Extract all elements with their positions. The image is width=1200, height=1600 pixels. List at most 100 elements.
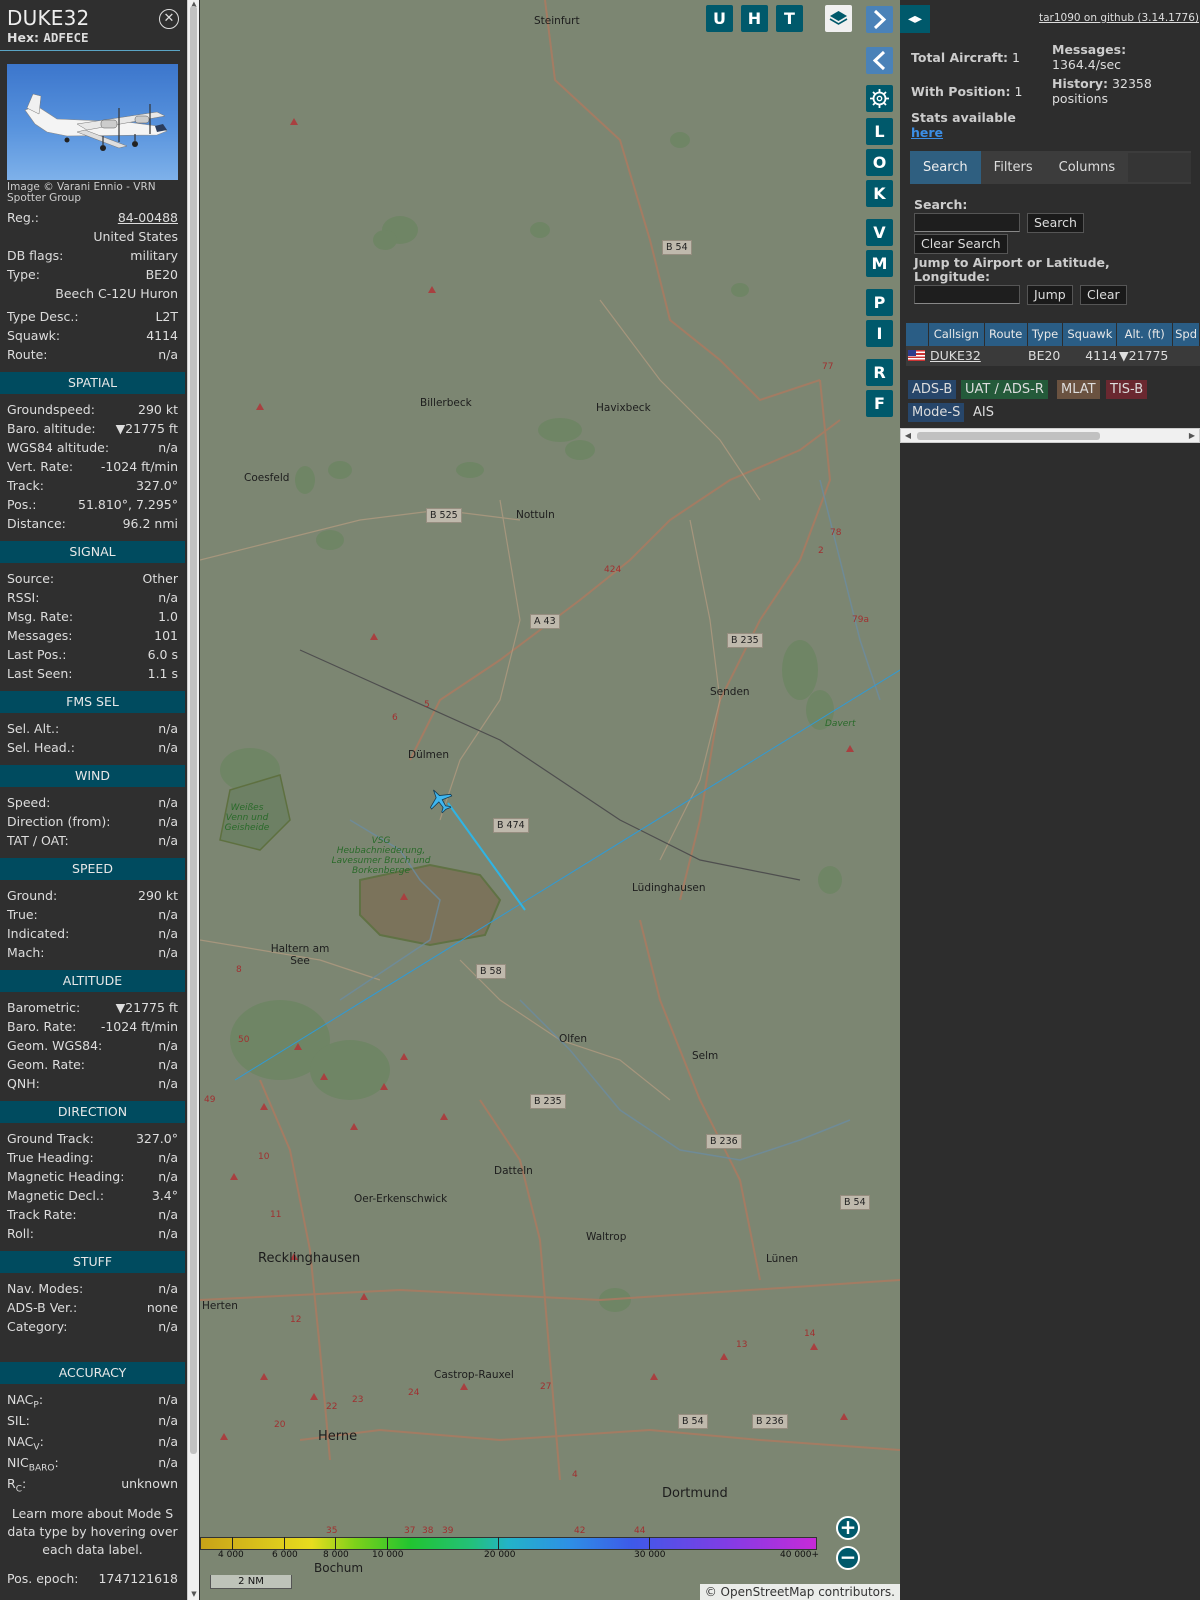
- scroll-left-icon[interactable]: ◀: [903, 431, 913, 440]
- sidebar-scroll-thumb[interactable]: [190, 6, 197, 1454]
- settings-gear-icon[interactable]: [866, 85, 893, 112]
- column-type[interactable]: Type: [1027, 323, 1063, 346]
- tab-columns[interactable]: Columns: [1046, 151, 1129, 184]
- stats-link[interactable]: here: [911, 125, 943, 140]
- map-button-u[interactable]: U: [706, 5, 733, 32]
- spatial-label[interactable]: Pos.:: [7, 495, 36, 514]
- spatial-label[interactable]: Groundspeed:: [7, 400, 95, 419]
- jump-button[interactable]: Jump: [1027, 285, 1073, 305]
- direction-label[interactable]: Magnetic Heading:: [7, 1167, 124, 1186]
- direction-label[interactable]: Track Rate:: [7, 1205, 77, 1224]
- wind-label[interactable]: Speed:: [7, 793, 50, 812]
- map-button-f[interactable]: F: [866, 390, 893, 417]
- column-altitude[interactable]: Alt. (ft): [1117, 323, 1173, 346]
- source-chip-uat[interactable]: UAT / ADS-R: [961, 380, 1048, 399]
- fms-label[interactable]: Sel. Alt.:: [7, 719, 59, 738]
- altitude-label[interactable]: Barometric:: [7, 998, 80, 1017]
- accuracy-label[interactable]: NICBARO:: [7, 1453, 59, 1474]
- source-chip-adsb[interactable]: ADS-B: [908, 380, 957, 399]
- signal-label[interactable]: Last Pos.:: [7, 645, 66, 664]
- aircraft-photo[interactable]: [7, 64, 178, 180]
- speed-label[interactable]: Mach:: [7, 943, 44, 962]
- search-input[interactable]: [914, 213, 1020, 232]
- scroll-down-icon[interactable]: ▼: [190, 1590, 198, 1598]
- wind-label[interactable]: TAT / OAT:: [7, 831, 69, 850]
- map-button-i[interactable]: I: [866, 320, 893, 347]
- road-number: 37: [404, 1526, 416, 1536]
- direction-label[interactable]: Ground Track:: [7, 1129, 94, 1148]
- altitude-label[interactable]: QNH:: [7, 1074, 40, 1093]
- row-callsign[interactable]: DUKE32: [928, 346, 1028, 366]
- zoom-in-button[interactable]: +: [836, 1516, 860, 1540]
- accuracy-label[interactable]: NACV:: [7, 1432, 44, 1453]
- wind-label[interactable]: Direction (from):: [7, 812, 111, 831]
- clear-search-button[interactable]: Clear Search: [914, 234, 1008, 254]
- column-callsign[interactable]: Callsign: [928, 323, 984, 346]
- signal-label[interactable]: Last Seen:: [7, 664, 72, 683]
- column-speed[interactable]: Spd: [1173, 323, 1199, 346]
- table-horizontal-scrollbar[interactable]: ◀ ▶: [900, 428, 1200, 443]
- spatial-label[interactable]: Distance:: [7, 514, 66, 533]
- spatial-label[interactable]: Vert. Rate:: [7, 457, 73, 476]
- direction-label[interactable]: Roll:: [7, 1224, 34, 1243]
- layers-icon[interactable]: [825, 5, 852, 32]
- speed-label[interactable]: True:: [7, 905, 38, 924]
- fms-label[interactable]: Sel. Head.:: [7, 738, 75, 757]
- signal-label[interactable]: Msg. Rate:: [7, 607, 73, 626]
- map-button-k[interactable]: K: [866, 180, 893, 207]
- tab-filters[interactable]: Filters: [981, 151, 1046, 184]
- map-button-h[interactable]: H: [741, 5, 768, 32]
- altitude-label[interactable]: Baro. Rate:: [7, 1017, 76, 1036]
- signal-label[interactable]: Messages:: [7, 626, 73, 645]
- aircraft-marker-icon[interactable]: [423, 783, 456, 816]
- signal-label[interactable]: Source:: [7, 569, 54, 588]
- scroll-right-icon[interactable]: ▶: [1187, 431, 1197, 440]
- search-button[interactable]: Search: [1027, 213, 1084, 233]
- spatial-label[interactable]: Track:: [7, 476, 44, 495]
- stuff-label[interactable]: Nav. Modes:: [7, 1279, 83, 1298]
- table-row[interactable]: DUKE32 BE20 4114 ▼21775: [906, 346, 1200, 366]
- source-chip-ais[interactable]: AIS: [969, 403, 998, 422]
- clear-button[interactable]: Clear: [1080, 285, 1127, 305]
- close-icon[interactable]: ✕: [159, 9, 179, 29]
- speed-label[interactable]: Indicated:: [7, 924, 69, 943]
- column-squawk[interactable]: Squawk: [1063, 323, 1117, 346]
- osm-attribution[interactable]: © OpenStreetMap contributors.: [699, 1584, 900, 1600]
- map-button-t[interactable]: T: [776, 5, 803, 32]
- signal-label[interactable]: RSSI:: [7, 588, 39, 607]
- column-route[interactable]: Route: [984, 323, 1027, 346]
- map-button-r[interactable]: R: [866, 359, 893, 386]
- speed-label[interactable]: Ground:: [7, 886, 57, 905]
- zoom-out-button[interactable]: −: [836, 1546, 860, 1570]
- table-scroll-thumb[interactable]: [917, 432, 1100, 440]
- source-chip-tisb[interactable]: TIS-B: [1106, 380, 1148, 399]
- map-button-l[interactable]: L: [866, 118, 893, 145]
- sidebar-scrollbar[interactable]: ▲ ▼: [187, 0, 199, 1600]
- reg-link[interactable]: 84-00488: [118, 208, 178, 227]
- direction-label[interactable]: True Heading:: [7, 1148, 94, 1167]
- map-view[interactable]: Steinfurt Billerbeck Havixbeck Coesfeld …: [200, 0, 900, 1600]
- accuracy-label[interactable]: SIL:: [7, 1411, 30, 1432]
- stuff-label[interactable]: Category:: [7, 1317, 67, 1336]
- map-button-v[interactable]: V: [866, 219, 893, 246]
- map-button-o[interactable]: O: [866, 149, 893, 176]
- stuff-label[interactable]: ADS-B Ver.:: [7, 1298, 77, 1317]
- source-chip-modes[interactable]: Mode-S: [908, 403, 965, 422]
- map-button-p[interactable]: P: [866, 289, 893, 316]
- map-canvas[interactable]: [200, 0, 900, 1600]
- chevron-left-icon[interactable]: [866, 47, 893, 74]
- jump-input[interactable]: [914, 285, 1020, 304]
- map-button-m[interactable]: M: [866, 250, 893, 277]
- altitude-label[interactable]: Geom. Rate:: [7, 1055, 85, 1074]
- chevron-right-icon[interactable]: [866, 6, 893, 33]
- altitude-label[interactable]: Geom. WGS84:: [7, 1036, 102, 1055]
- github-link[interactable]: tar1090 on github (3.14.1776): [1039, 12, 1199, 24]
- spatial-label[interactable]: WGS84 altitude:: [7, 438, 109, 457]
- tab-search[interactable]: Search: [910, 151, 981, 184]
- direction-label[interactable]: Magnetic Decl.:: [7, 1186, 104, 1205]
- accuracy-label[interactable]: NACP:: [7, 1390, 43, 1411]
- source-chip-mlat[interactable]: MLAT: [1057, 380, 1100, 399]
- spatial-label[interactable]: Baro. altitude:: [7, 419, 96, 438]
- accuracy-label[interactable]: RC:: [7, 1474, 26, 1495]
- toggle-sidebar-arrows-icon[interactable]: ◂▸: [900, 5, 930, 33]
